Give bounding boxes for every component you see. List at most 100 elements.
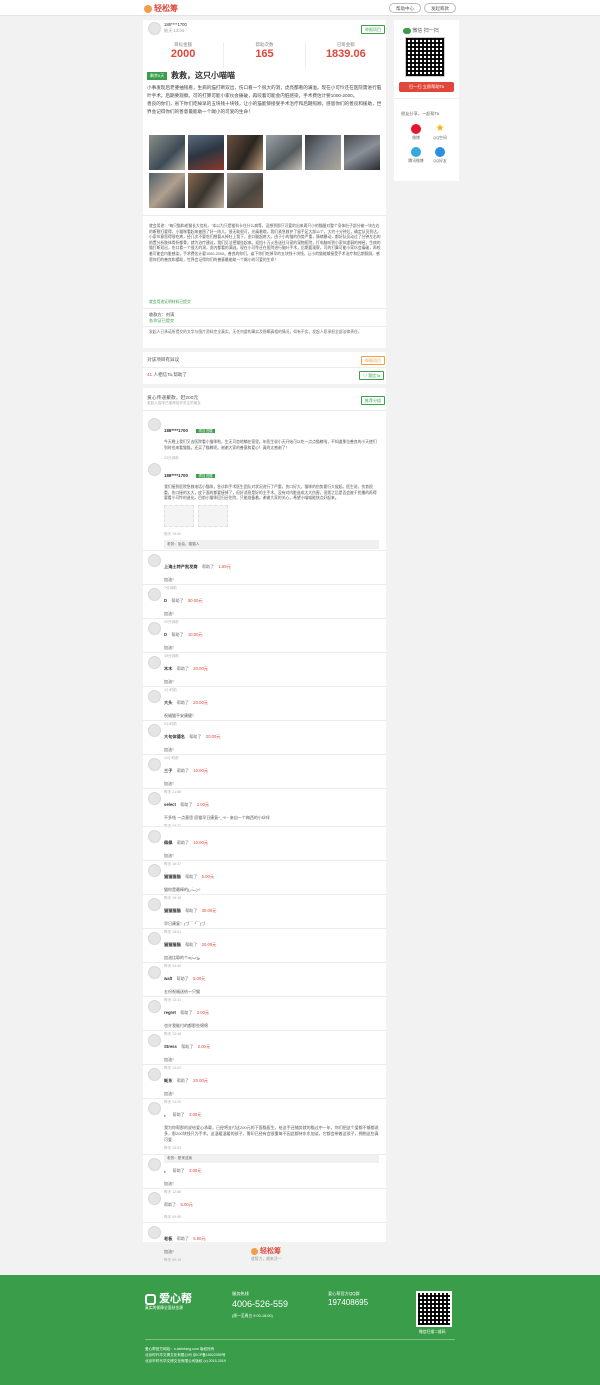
- donation-item: 上海土特产批发商 帮助了 1.59元 加油！ 7分钟前: [164, 555, 379, 591]
- doubt-report-button[interactable]: 举报项目: [361, 356, 385, 365]
- donor-name[interactable]: 。: [164, 1168, 168, 1173]
- donation-message: 祝福猫平安康健！: [164, 713, 196, 718]
- updater-name[interactable]: 188****1700: [164, 428, 188, 433]
- donor-avatar[interactable]: [148, 1102, 161, 1115]
- photo-9[interactable]: [227, 173, 263, 208]
- header-logo[interactable]: 轻松筹: [144, 3, 178, 14]
- share-tencent-weibo[interactable]: 腾讯微博: [404, 147, 428, 164]
- donor-avatar[interactable]: [148, 1000, 161, 1013]
- donation-amount: 1.59元: [218, 564, 231, 569]
- donor-name[interactable]: regret: [164, 1010, 176, 1015]
- donor-name[interactable]: select: [164, 802, 176, 807]
- donor-avatar[interactable]: [148, 966, 161, 979]
- donation-message: 五份祝福送给一只猫: [164, 989, 200, 994]
- donor-name[interactable]: 大句体德名: [164, 734, 185, 739]
- divider: [143, 1188, 386, 1189]
- qq-label: 爱心帮官方QQ群: [328, 1291, 360, 1296]
- top-bar: 轻松筹 帮助中心 发起筹款: [0, 0, 600, 16]
- wechat-qr-code: [405, 37, 445, 77]
- donor-name[interactable]: walt: [164, 976, 172, 981]
- photo-4[interactable]: [266, 135, 302, 170]
- update-image[interactable]: [198, 504, 228, 527]
- project-description: 小事发现后老婆抽钱看，生病的猫打断双出，伤口看一个很大的洞，虎亮都看的满溢。现在…: [147, 85, 382, 114]
- donor-avatar[interactable]: [148, 1192, 161, 1205]
- photo-2[interactable]: [188, 135, 224, 170]
- donor-avatar[interactable]: [148, 932, 161, 945]
- donor-name[interactable]: 佩佩: [164, 840, 172, 845]
- donor-name[interactable]: 猫猫猫猫: [164, 874, 181, 879]
- start-fundraising-button[interactable]: 发起筹款: [424, 3, 456, 13]
- donor-avatar[interactable]: [148, 554, 161, 567]
- donation-message: 加油！: [164, 1091, 176, 1096]
- donor-avatar[interactable]: [148, 758, 161, 771]
- donation-action: 帮助了: [171, 598, 184, 603]
- donation-message: 加油！: [164, 645, 176, 650]
- donation-amount: 10.00元: [193, 768, 208, 773]
- donation-item: 大头 帮助了 20.00元 祝福猫平安康健！ 2小时前: [164, 691, 379, 727]
- donation-amount: 2.00元: [197, 1044, 211, 1049]
- donor-name[interactable]: D: [164, 632, 167, 637]
- divider: [143, 1154, 386, 1155]
- donor-avatar[interactable]: [148, 1034, 161, 1047]
- donor-name[interactable]: 老板: [164, 1236, 172, 1241]
- donor-name[interactable]: 大头: [164, 700, 172, 705]
- photo-6[interactable]: [344, 135, 380, 170]
- donor-name[interactable]: 木木: [164, 666, 172, 671]
- believe-button[interactable]: ♡ 我信Ta: [359, 371, 385, 380]
- donor-avatar[interactable]: [148, 792, 161, 805]
- donor-avatar[interactable]: [148, 830, 161, 843]
- payee-proof-link[interactable]: 各你证已提交: [149, 318, 174, 324]
- hotline-time: (周一至周五 9:00-18:00): [232, 1314, 273, 1318]
- photo-8[interactable]: [188, 173, 224, 208]
- donor-name[interactable]: 上海土特产批发商: [164, 564, 198, 569]
- update-image[interactable]: [164, 504, 194, 527]
- share-weibo[interactable]: 微博: [404, 124, 428, 141]
- updater-avatar[interactable]: [148, 418, 161, 431]
- donor-name[interactable]: 。: [164, 1112, 168, 1117]
- donation-amount: 20.00元: [201, 942, 217, 947]
- divider: [143, 996, 386, 997]
- donation-time: 昨天 09:40: [164, 1215, 182, 1219]
- share-qzone[interactable]: ★ QQ空间: [428, 124, 452, 141]
- donation-amount: 20.00元: [193, 1078, 208, 1083]
- donor-avatar[interactable]: [148, 656, 161, 669]
- donor-avatar[interactable]: [148, 1226, 161, 1239]
- donation-item: 三子 帮助了 10.00元 加油！ 昨天 21:58: [164, 759, 379, 795]
- report-button[interactable]: 举报项目: [361, 25, 385, 34]
- scan-help-button[interactable]: 扫一扫 立即帮助Ta: [399, 82, 454, 92]
- help-center-button[interactable]: 帮助中心: [389, 3, 421, 13]
- donor-name[interactable]: 三子: [164, 768, 172, 773]
- photo-3[interactable]: [227, 135, 263, 170]
- donor-avatar[interactable]: [148, 1158, 161, 1171]
- donation-action: 帮助了: [176, 976, 189, 981]
- donor-avatar[interactable]: [148, 622, 161, 635]
- donor-avatar[interactable]: [148, 1068, 161, 1081]
- updater-name[interactable]: 188****1700: [164, 473, 188, 478]
- donor-name[interactable]: Stress: [164, 1044, 177, 1049]
- divider: [143, 860, 386, 861]
- donor-name[interactable]: D: [164, 598, 167, 603]
- donation-action: 帮助了: [176, 1078, 189, 1083]
- donation-action: 帮助了: [176, 700, 189, 705]
- donation-message: 加油！: [164, 853, 176, 858]
- share-qq-friend[interactable]: QQ好友: [428, 147, 452, 164]
- donation-amount: 5.00元: [180, 1202, 193, 1207]
- photo-5[interactable]: [305, 135, 341, 170]
- updater-avatar[interactable]: [148, 463, 161, 476]
- photo-7[interactable]: [149, 173, 185, 208]
- donor-avatar[interactable]: [148, 864, 161, 877]
- donor-name[interactable]: 猫猫猫猫: [164, 908, 181, 913]
- recommend-button[interactable]: 推荐分组: [361, 396, 385, 405]
- story-proof-link[interactable]: 就会用途证明材料已提交: [149, 300, 191, 305]
- donor-avatar[interactable]: [148, 724, 161, 737]
- donation-message: 加油！: [164, 1057, 176, 1062]
- photo-1[interactable]: [149, 135, 185, 170]
- donor-name[interactable]: 耗东: [164, 1078, 172, 1083]
- donor-avatar[interactable]: [148, 588, 161, 601]
- owner-avatar[interactable]: [148, 22, 161, 35]
- donation-item: regret 帮助了 3.00元 也许我能付的都那些绵绵 昨天 13:46: [164, 1001, 379, 1037]
- donor-avatar[interactable]: [148, 898, 161, 911]
- donor-avatar[interactable]: [148, 690, 161, 703]
- update-badge: 项目进展: [196, 429, 215, 433]
- donor-name[interactable]: 猫猫猫猫: [164, 942, 181, 947]
